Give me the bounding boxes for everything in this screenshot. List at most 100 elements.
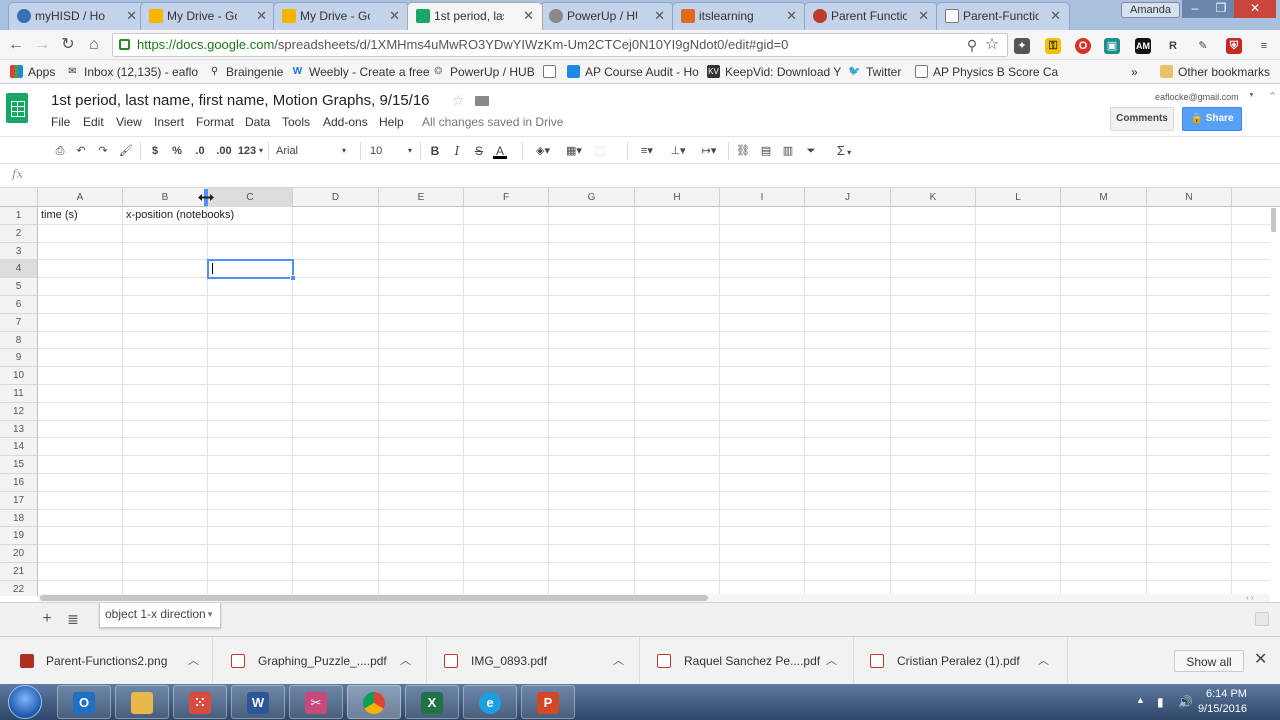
menu-edit[interactable]: Edit — [83, 115, 104, 129]
bookmark-powerup[interactable]: ❂ PowerUp / HUB — [432, 64, 534, 80]
bookmark-apps[interactable]: Apps — [10, 64, 55, 80]
menu-addons[interactable]: Add-ons — [323, 115, 368, 129]
account-email[interactable]: eaflocke@gmail.com — [1155, 92, 1239, 102]
functions-button[interactable]: Σ ▾ — [834, 142, 854, 160]
extension-pen-icon[interactable]: ✎ — [1195, 38, 1211, 54]
column-header-c[interactable]: C — [208, 188, 293, 207]
row-header[interactable]: 15 — [0, 456, 38, 474]
row-header[interactable]: 7 — [0, 313, 38, 332]
bookmark-star-icon[interactable]: ☆ — [982, 35, 1002, 55]
spreadsheet-grid[interactable]: A B C D E F G H I J K L M N 1 2 3 4 5 6 7 8 9 10 1… — [0, 188, 1280, 596]
column-header-i[interactable]: I — [720, 188, 805, 207]
close-window-icon[interactable]: ✕ — [1234, 0, 1276, 18]
increase-decimal-button[interactable]: .00 — [213, 142, 235, 160]
extension-am-icon[interactable]: AM — [1135, 38, 1151, 54]
menu-tools[interactable]: Tools — [282, 115, 310, 129]
extension-screen-icon[interactable]: ▣ — [1104, 38, 1120, 54]
extension-shield-icon[interactable]: ⛨ — [1226, 38, 1242, 54]
browser-tab-myhisd[interactable]: myHISD / Hom ✕ — [8, 2, 146, 30]
taskbar-snipping-tool[interactable]: ✂ — [289, 685, 343, 719]
row-header[interactable]: 18 — [0, 509, 38, 528]
insert-chart-icon[interactable]: ▥ — [780, 142, 796, 160]
row-header[interactable]: 8 — [0, 331, 38, 350]
active-cell-editor[interactable] — [207, 259, 296, 281]
clock-time[interactable]: 6:14 PM — [1206, 688, 1247, 700]
close-tab-icon[interactable]: ✕ — [256, 3, 267, 29]
bookmark-keepvid[interactable]: KV KeepVid: Download Y — [707, 64, 841, 80]
menu-insert[interactable]: Insert — [154, 115, 184, 129]
chevron-up-icon[interactable]: ︿ — [400, 637, 411, 685]
row-header[interactable]: 10 — [0, 367, 38, 385]
text-wrap-icon[interactable]: ↦▾ — [696, 142, 722, 160]
row-header[interactable]: 17 — [0, 491, 38, 510]
minimize-icon[interactable]: – — [1182, 0, 1208, 18]
row-header[interactable]: 3 — [0, 242, 38, 261]
collapse-icon[interactable]: ⌃ — [1268, 90, 1277, 103]
comments-button[interactable]: Comments — [1110, 107, 1174, 131]
download-item[interactable]: Graphing_Puzzle_....pdf ︿ — [213, 637, 427, 685]
url-bar[interactable]: https://docs.google.com/spreadsheets/d/1… — [112, 33, 1008, 57]
print-icon[interactable]: ⎙ — [52, 142, 68, 160]
browser-tab-drive-2[interactable]: My Drive - Goo ✕ — [273, 2, 409, 30]
column-resize-handle[interactable] — [197, 189, 215, 206]
extension-red-icon[interactable]: O — [1075, 38, 1091, 54]
clock-date[interactable]: 9/15/2016 — [1198, 703, 1247, 715]
taskbar-word[interactable]: W — [231, 685, 285, 719]
close-tab-icon[interactable]: ✕ — [126, 3, 137, 29]
column-header-e[interactable]: E — [379, 188, 464, 207]
browser-tab-parent-functions[interactable]: Parent-Functio ✕ — [936, 2, 1070, 30]
paint-format-icon[interactable]: 🖌 — [118, 142, 134, 160]
menu-format[interactable]: Format — [196, 115, 234, 129]
forward-icon[interactable]: → — [32, 35, 52, 55]
bookmark-ap-course-audit[interactable] — [543, 64, 567, 80]
formula-bar[interactable]: fx — [0, 164, 1280, 188]
row-header[interactable]: 2 — [0, 224, 38, 243]
row-header[interactable]: 14 — [0, 438, 38, 457]
battery-icon[interactable]: ▮ — [1157, 695, 1164, 709]
home-icon[interactable]: ⌂ — [84, 35, 104, 55]
chevron-up-icon[interactable]: ︿ — [1038, 637, 1049, 685]
close-icon[interactable]: ✕ — [1254, 649, 1267, 669]
browser-tab-powerup[interactable]: PowerUp / HUB ✕ — [540, 2, 674, 30]
menu-help[interactable]: Help — [379, 115, 404, 129]
row-header[interactable]: 12 — [0, 402, 38, 421]
filter-icon[interactable]: ⏷ — [802, 142, 820, 160]
row-header[interactable]: 22 — [0, 580, 38, 596]
volume-icon[interactable]: 🔊 — [1178, 695, 1193, 709]
download-item[interactable]: Raquel Sanchez Pe....pdf ︿ — [640, 637, 854, 685]
strikethrough-button[interactable]: S — [472, 142, 486, 160]
borders-icon[interactable]: ▦▾ — [562, 142, 586, 160]
chrome-menu-icon[interactable]: ≡ — [1256, 38, 1272, 54]
column-header-b[interactable]: B — [123, 188, 208, 207]
browser-tab-parent-function[interactable]: Parent Function ✕ — [804, 2, 938, 30]
fill-handle[interactable] — [290, 275, 296, 281]
taskbar-internet-explorer[interactable]: e — [463, 685, 517, 719]
column-header-a[interactable]: A — [38, 188, 123, 207]
sheets-logo-icon[interactable] — [6, 93, 28, 123]
taskbar-explorer[interactable] — [115, 685, 169, 719]
chevron-up-icon[interactable]: ︿ — [613, 637, 624, 685]
extension-puzzle-icon[interactable]: ✦ — [1014, 38, 1030, 54]
download-item[interactable]: IMG_0893.pdf ︿ — [427, 637, 640, 685]
chevron-up-icon[interactable]: ︿ — [826, 637, 837, 685]
all-sheets-icon[interactable]: ≣ — [64, 610, 82, 628]
close-tab-icon[interactable]: ✕ — [523, 3, 534, 29]
column-header-g[interactable]: G — [549, 188, 635, 207]
taskbar-chrome[interactable] — [347, 685, 401, 719]
cell-b1[interactable]: x-position (notebooks) — [123, 207, 234, 224]
back-icon[interactable]: ← — [6, 35, 26, 55]
percent-button[interactable]: % — [170, 142, 184, 160]
reload-icon[interactable]: ↻ — [58, 35, 78, 55]
taskbar-apps[interactable]: ⁙ — [173, 685, 227, 719]
row-header[interactable]: 11 — [0, 385, 38, 403]
more-formats-button[interactable]: 123 — [236, 142, 258, 160]
extension-r-icon[interactable]: R — [1165, 38, 1181, 54]
download-item[interactable]: Parent-Functions2.png ︿ — [0, 637, 213, 685]
download-item[interactable]: Cristian Peralez (1).pdf ︿ — [854, 637, 1068, 685]
font-family-select[interactable]: Arial ▾ — [276, 142, 346, 160]
bookmark-weebly[interactable]: W Weebly - Create a free — [291, 64, 430, 80]
tray-expand-icon[interactable]: ▲ — [1136, 695, 1145, 705]
close-tab-icon[interactable]: ✕ — [918, 3, 929, 29]
browser-tab-drive-1[interactable]: My Drive - Goo ✕ — [140, 2, 276, 30]
column-header-h[interactable]: H — [635, 188, 720, 207]
